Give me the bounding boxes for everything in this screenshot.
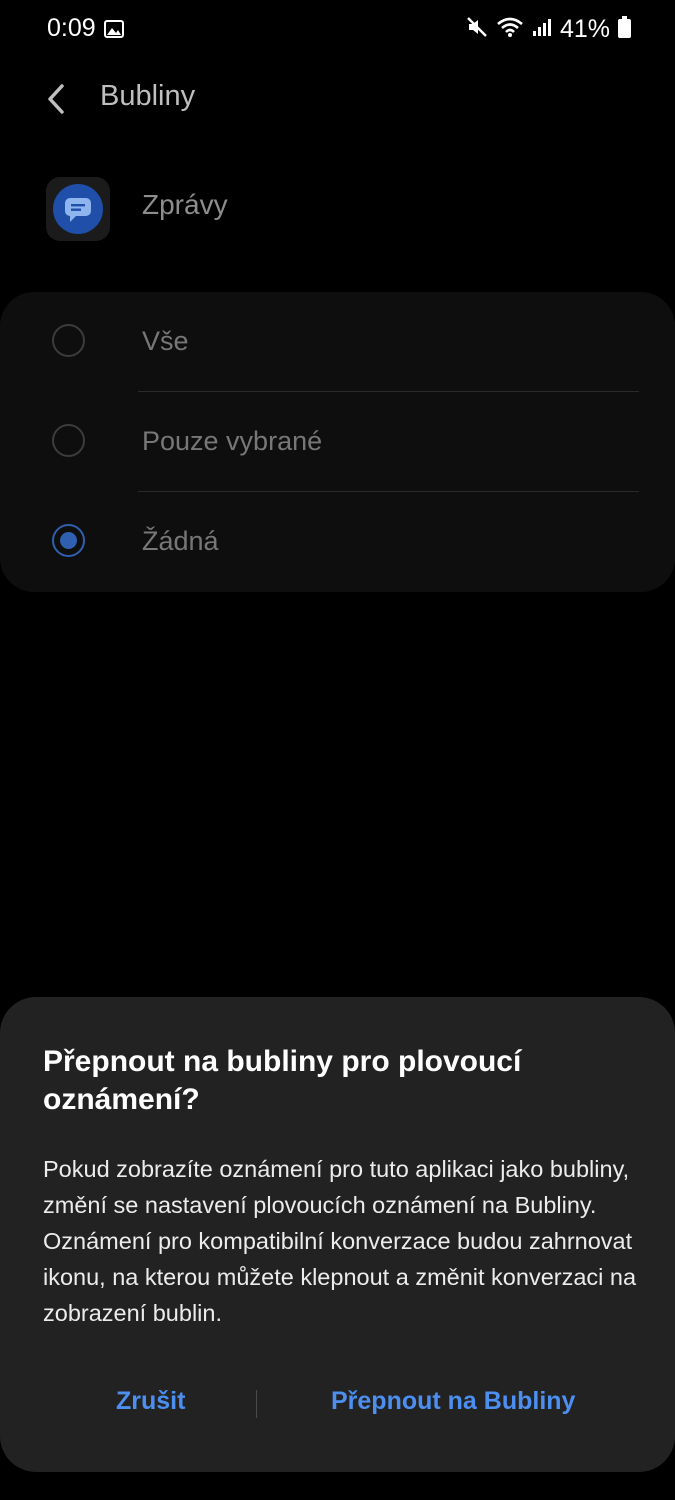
- option-label: Vše: [142, 326, 189, 356]
- app-bar: Bubliny: [0, 72, 675, 126]
- option-none[interactable]: Žádná: [0, 492, 675, 592]
- mute-icon: [466, 16, 488, 43]
- dialog-title: Přepnout na bubliny pro plovoucí oznámen…: [43, 1045, 522, 1116]
- option-selected-only[interactable]: Pouze vybrané: [0, 392, 675, 492]
- bubble-options-card: Vše Pouze vybrané Žádná: [0, 292, 675, 592]
- button-separator: [256, 1390, 257, 1418]
- dialog-message: Pokud zobrazíte oznámení pro tuto aplika…: [43, 1156, 637, 1326]
- option-label: Žádná: [142, 526, 219, 556]
- image-icon: [104, 19, 124, 44]
- wifi-icon: [496, 16, 524, 43]
- radio-button-selected[interactable]: [52, 524, 85, 557]
- page-title: Bubliny: [100, 80, 196, 112]
- confirm-dialog: Přepnout na bubliny pro plovoucí oznámen…: [0, 997, 675, 1472]
- option-all[interactable]: Vše: [0, 292, 675, 392]
- radio-button[interactable]: [52, 324, 85, 357]
- status-time: 0:09: [47, 14, 96, 42]
- status-bar: 0:09 41%: [0, 0, 675, 60]
- battery-percent: 41%: [559, 14, 610, 43]
- app-name: Zprávy: [142, 189, 228, 220]
- radio-button[interactable]: [52, 424, 85, 457]
- switch-to-bubbles-button[interactable]: Přepnout na Bubliny: [331, 1387, 575, 1416]
- option-label: Pouze vybrané: [142, 426, 323, 456]
- status-icons: 41%: [466, 14, 631, 44]
- app-row: Zprávy: [46, 177, 646, 241]
- cancel-button[interactable]: Zrušit: [116, 1387, 185, 1416]
- battery-icon: [618, 15, 631, 43]
- messages-icon: [46, 177, 110, 241]
- back-button[interactable]: [40, 80, 74, 118]
- signal-icon: [532, 17, 552, 42]
